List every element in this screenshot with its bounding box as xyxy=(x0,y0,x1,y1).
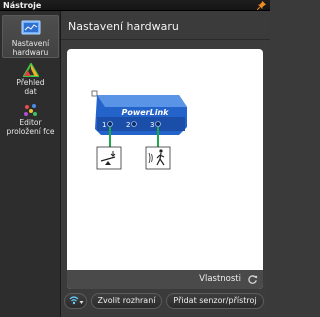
hardware-settings-icon xyxy=(21,20,40,35)
powerlink-device[interactable]: PowerLink xyxy=(95,95,187,135)
data-overview-icon xyxy=(22,63,39,77)
device-name: PowerLink xyxy=(122,108,170,117)
sidebar-item-label: Nastavení hardwaru xyxy=(11,39,50,57)
refresh-icon[interactable] xyxy=(247,274,258,285)
sidebar-item-hardware-settings[interactable]: Nastavení hardwaru xyxy=(2,15,59,58)
page-title: Nastavení hardwaru xyxy=(68,20,179,33)
selection-handle[interactable] xyxy=(91,90,98,97)
properties-bar: Vlastnosti xyxy=(67,270,263,289)
tools-panel-header: Nástroje xyxy=(0,0,270,11)
hardware-canvas[interactable]: PowerLink 1 2 3 Vlastnosti xyxy=(67,49,263,289)
main-panel: Nastavení hardwaru PowerLink 1 2 3 Vlast… xyxy=(61,11,270,317)
wireless-dropdown-button[interactable] xyxy=(64,293,87,309)
properties-button[interactable]: Vlastnosti xyxy=(199,274,241,284)
port-label: 1 xyxy=(102,121,106,129)
pin-icon[interactable] xyxy=(257,1,266,10)
chevron-down-icon xyxy=(79,301,83,304)
sidebar-item-label: Přehled dat xyxy=(16,78,45,96)
sidebar-item-data-overview[interactable]: Přehled dat xyxy=(2,63,59,99)
tools-panel-title: Nástroje xyxy=(3,1,42,10)
curve-fit-editor-icon xyxy=(23,104,37,116)
force-sensor-icon[interactable] xyxy=(96,146,122,170)
motion-detector-icon[interactable] xyxy=(145,146,171,170)
hardware-diagram: PowerLink 1 2 3 xyxy=(91,90,187,170)
sidebar-item-curve-fit-editor[interactable]: Editor proložení fce xyxy=(2,103,59,139)
add-sensor-button[interactable]: Přidat senzor/přístroj xyxy=(166,293,264,309)
sidebar: Nastavení hardwaru Přehled dat Editor pr… xyxy=(0,11,61,317)
wireless-icon xyxy=(69,296,83,305)
title-divider xyxy=(61,39,270,40)
port-label: 2 xyxy=(126,121,130,129)
choose-interface-button[interactable]: Zvolit rozhraní xyxy=(91,293,162,309)
port-label: 3 xyxy=(150,121,154,129)
sidebar-item-label: Editor proložení fce xyxy=(6,118,55,136)
